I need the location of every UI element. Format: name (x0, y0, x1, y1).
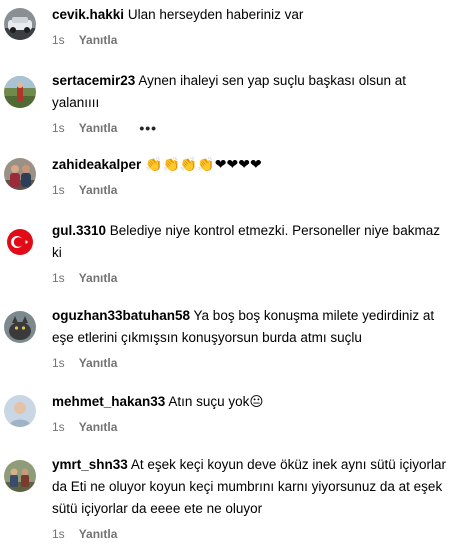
comment-username[interactable]: sertacemir23 (52, 73, 135, 88)
comment-time[interactable]: 1s (52, 121, 65, 135)
comment-time[interactable]: 1s (52, 527, 65, 541)
comment-meta: 1s Yanıtla (52, 30, 448, 50)
reply-button[interactable]: Yanıtla (79, 33, 118, 47)
comment-time[interactable]: 1s (52, 271, 65, 285)
comment-username[interactable]: mehmet_hakan33 (52, 394, 165, 409)
comment-time[interactable]: 1s (52, 183, 65, 197)
reply-button[interactable]: Yanıtla (79, 356, 118, 370)
avatar-outdoor-image (4, 76, 36, 108)
comment-text-line: cevik.hakki Ulan herseyden haberiniz var (52, 4, 448, 26)
avatar-person-image (4, 395, 36, 427)
reply-button[interactable]: Yanıtla (79, 527, 118, 541)
avatar-couple-image (4, 158, 36, 190)
comment-meta: 1s Yanıtla (52, 180, 448, 200)
comment-username[interactable]: ymrt_shn33 (52, 457, 128, 472)
comment-meta: 1s Yanıtla (52, 524, 448, 544)
avatar[interactable] (4, 8, 36, 40)
comment-body: cevik.hakki Ulan herseyden haberiniz var… (52, 4, 448, 50)
comment-meta: 1s Yanıtla ••• (52, 118, 448, 138)
comment-body: zahideakalper 👏👏👏👏❤❤❤❤ 1s Yanıtla (52, 154, 448, 200)
comment-meta: 1s Yanıtla (52, 268, 448, 288)
turkish-flag-icon (4, 226, 36, 258)
avatar-car-image (4, 8, 36, 40)
comment-time[interactable]: 1s (52, 356, 65, 370)
comment-username[interactable]: zahideakalper (52, 157, 141, 172)
comments-list: cevik.hakki Ulan herseyden haberiniz var… (0, 0, 456, 558)
more-options-icon[interactable]: ••• (139, 120, 157, 136)
avatar[interactable] (4, 76, 36, 108)
comment-text: Atın suçu yok😐 (168, 394, 264, 409)
comment-body: sertacemir23 Aynen ihaleyi sen yap suçlu… (52, 70, 448, 138)
avatar[interactable] (4, 460, 36, 492)
avatar[interactable] (4, 226, 36, 258)
avatar[interactable] (4, 158, 36, 190)
reply-button[interactable]: Yanıtla (79, 121, 118, 135)
avatar[interactable] (4, 395, 36, 427)
comment-text-line: oguzhan33batuhan58 Ya boş boş konuşma mi… (52, 305, 448, 349)
reply-button[interactable]: Yanıtla (79, 420, 118, 434)
comment-time[interactable]: 1s (52, 33, 65, 47)
comment-meta: 1s Yanıtla (52, 417, 448, 437)
comment-text-line: ymrt_shn33 At eşek keçi koyun deve öküz … (52, 454, 448, 520)
comment-username[interactable]: gul.3310 (52, 223, 106, 238)
comment-username[interactable]: cevik.hakki (52, 7, 124, 22)
reply-button[interactable]: Yanıtla (79, 183, 118, 197)
avatar[interactable] (4, 311, 36, 343)
comment-body: gul.3310 Belediye niye kontrol etmezki. … (52, 220, 448, 288)
comment-text: Ulan herseyden haberiniz var (127, 7, 304, 22)
comment-username[interactable]: oguzhan33batuhan58 (52, 308, 190, 323)
comment-body: ymrt_shn33 At eşek keçi koyun deve öküz … (52, 454, 448, 544)
reply-button[interactable]: Yanıtla (79, 271, 118, 285)
avatar-cat-image (4, 311, 36, 343)
comment-body: oguzhan33batuhan58 Ya boş boş konuşma mi… (52, 305, 448, 373)
comment-text-line: gul.3310 Belediye niye kontrol etmezki. … (52, 220, 448, 264)
comment-text: 👏👏👏👏❤❤❤❤ (145, 157, 262, 173)
comment-text: Belediye niye kontrol etmezki. Personell… (52, 223, 440, 260)
comment-text-line: sertacemir23 Aynen ihaleyi sen yap suçlu… (52, 70, 448, 114)
comment-meta: 1s Yanıtla (52, 353, 448, 373)
comment-text-line: mehmet_hakan33 Atın suçu yok😐 (52, 391, 448, 413)
comment-time[interactable]: 1s (52, 420, 65, 434)
avatar-group-image (4, 460, 36, 492)
comment-body: mehmet_hakan33 Atın suçu yok😐 1s Yanıtla (52, 391, 448, 437)
comment-text-line: zahideakalper 👏👏👏👏❤❤❤❤ (52, 154, 448, 176)
